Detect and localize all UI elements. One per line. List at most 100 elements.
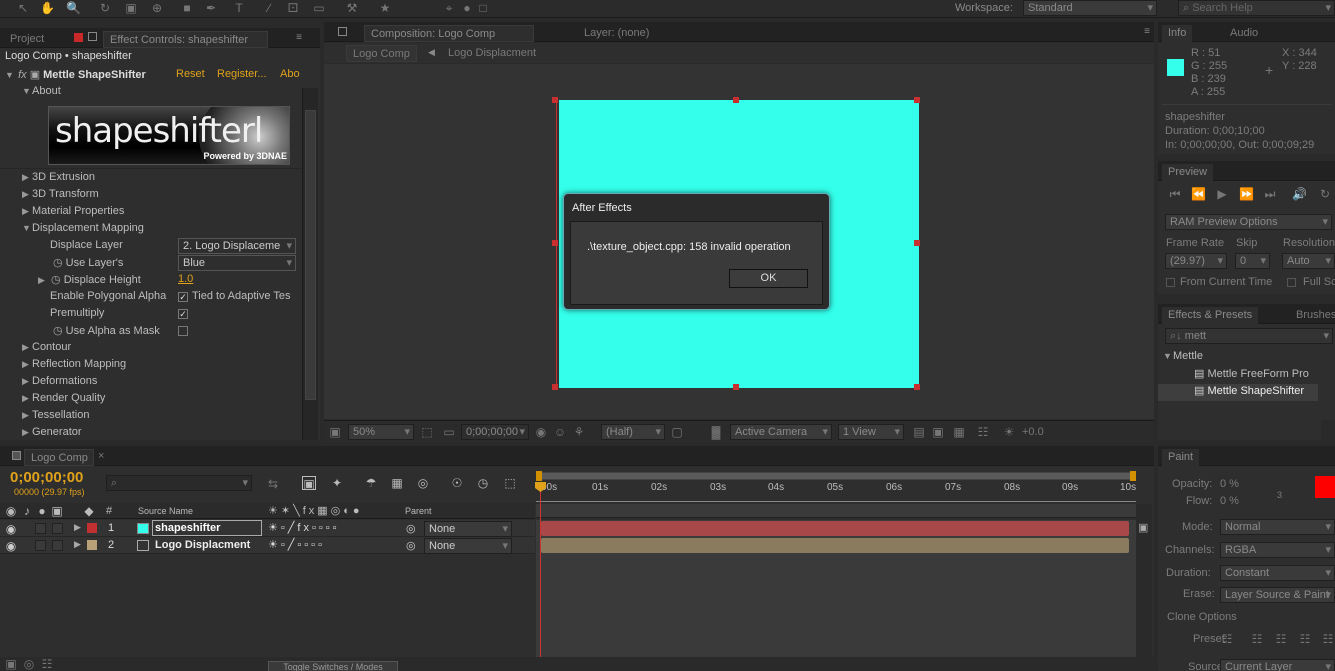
channel-icon[interactable]: ⚘ <box>572 425 586 439</box>
work-area-bar[interactable] <box>536 472 1136 480</box>
skip-dropdown[interactable]: 0 <box>1235 253 1270 269</box>
effects-search-input[interactable]: ⌕↓ mett <box>1165 328 1333 344</box>
rectangle-tool-icon[interactable]: ■ <box>180 1 194 15</box>
prev-frame-icon[interactable]: ⏪ <box>1191 187 1206 201</box>
audio-col-icon[interactable]: ♪ <box>20 504 34 518</box>
loop-icon[interactable]: ↻ <box>1318 187 1332 201</box>
tab-composition[interactable]: Composition: Logo Comp <box>364 25 534 42</box>
layer-bar-1[interactable] <box>541 521 1129 536</box>
audio-box[interactable] <box>35 523 46 534</box>
video-eye-icon[interactable]: ◉ <box>4 522 18 536</box>
lock-col-icon[interactable]: ▣ <box>50 504 64 518</box>
duration-dropdown[interactable]: Constant <box>1220 565 1335 581</box>
flow-value[interactable]: 0 % <box>1220 495 1239 507</box>
region-of-interest-icon[interactable]: ▢ <box>670 425 684 439</box>
safe-zones-icon[interactable]: ⬚ <box>420 425 434 439</box>
clone-preset-4-icon[interactable]: ☷ <box>1298 632 1312 646</box>
clone-preset-3-icon[interactable]: ☷ <box>1274 632 1288 646</box>
col-source-name[interactable]: Source Name <box>138 506 193 516</box>
camera-tool-icon[interactable]: ▣ <box>124 1 138 15</box>
resolution-dropdown[interactable]: Auto <box>1282 253 1335 269</box>
effect-item-shapeshifter[interactable]: ▤ Mettle ShapeShifter <box>1158 384 1318 401</box>
panel-menu-icon[interactable]: ≡ <box>1144 26 1150 37</box>
workspace-dropdown[interactable]: Standard <box>1023 0 1157 16</box>
flowchart-icon[interactable]: ☷ <box>976 425 990 439</box>
use-layers-dropdown[interactable]: Blue <box>178 255 296 271</box>
frame-blending-icon[interactable]: ▦ <box>390 476 404 490</box>
video-eye-icon[interactable]: ◉ <box>4 539 18 553</box>
audio-box[interactable] <box>35 540 46 551</box>
exposure-icon[interactable]: ☀ <box>1002 425 1016 439</box>
lock-icon[interactable] <box>88 32 97 41</box>
selection-tool-icon[interactable]: ↖ <box>16 1 30 15</box>
tab-close-icon[interactable]: × <box>98 450 104 462</box>
reset-link[interactable]: Reset <box>176 68 205 80</box>
rotation-tool-icon[interactable]: ↻ <box>98 1 112 15</box>
live-update-icon[interactable]: ▣ <box>302 476 316 491</box>
view-dropdown[interactable]: 1 View <box>838 424 904 440</box>
group-material-properties[interactable]: ▶ Material Properties <box>22 205 124 222</box>
graph-editor-icon[interactable]: ⬚ <box>503 476 517 490</box>
effects-scrollbar[interactable] <box>1321 420 1335 440</box>
ram-preview-dropdown[interactable]: RAM Preview Options <box>1165 214 1332 230</box>
view-axis-icon[interactable]: □ <box>476 1 490 15</box>
group-contour[interactable]: ▶ Contour <box>22 341 71 358</box>
parent-pickwhip-icon[interactable]: ◎ <box>406 522 416 535</box>
tab-layer[interactable]: Layer: (none) <box>578 25 655 42</box>
poly-alpha-checkbox[interactable]: ✓ <box>178 292 188 302</box>
comp-timecode[interactable]: 0;00;00;00 <box>461 424 529 440</box>
clone-preset-5-icon[interactable]: ☷ <box>1321 632 1335 646</box>
channels-dropdown[interactable]: RGBA <box>1220 542 1335 558</box>
from-current-checkbox[interactable] <box>1166 278 1175 287</box>
tab-effects-presets[interactable]: Effects & Presets <box>1162 307 1259 324</box>
dialog-ok-button[interactable]: OK <box>729 269 808 288</box>
handle-tr[interactable] <box>914 97 920 103</box>
timeline-timecode[interactable]: 0;00;00;00 <box>10 469 83 486</box>
full-screen-checkbox[interactable] <box>1287 278 1296 287</box>
clone-stamp-tool-icon[interactable]: ⚀ <box>286 1 300 15</box>
handle-tc[interactable] <box>733 97 739 103</box>
frame-rate-dropdown[interactable]: (29.97) <box>1165 253 1227 269</box>
fx-icon[interactable]: fx <box>18 69 27 81</box>
register-link[interactable]: Register... <box>217 68 267 80</box>
stopwatch-icon[interactable]: ◷ <box>53 257 66 269</box>
tab-brushes[interactable]: Brushes <box>1290 307 1335 324</box>
first-frame-icon[interactable]: ⏮ <box>1168 187 1182 201</box>
zoom-dropdown[interactable]: 50% <box>348 424 414 440</box>
tab-project[interactable]: Project <box>4 31 50 48</box>
expand-icon[interactable]: ▶ <box>38 275 48 286</box>
show-snapshot-icon[interactable]: ☺ <box>553 425 567 439</box>
draft-3d-icon[interactable]: ✦ <box>330 476 344 490</box>
tab-paint[interactable]: Paint <box>1162 449 1200 466</box>
group-displacement-mapping[interactable]: ▼Displacement Mapping <box>22 222 144 239</box>
search-help-input[interactable]: ⌕ Search Help <box>1178 0 1335 16</box>
eraser-tool-icon[interactable]: ▭ <box>312 1 326 15</box>
layer-row-2[interactable]: ◉ ▶ 2 Logo Displacment ☀▫╱▫▫▫▫ ◎ None <box>0 537 535 554</box>
collapse-icon[interactable]: ▼ <box>5 70 15 80</box>
folder-mettle[interactable]: ▼Mettle <box>1163 350 1203 367</box>
puppet-tool-icon[interactable]: ★ <box>378 1 392 15</box>
comp-mini-flowchart-icon[interactable]: ⇆ <box>266 477 280 491</box>
video-eye-icon[interactable]: ◉ <box>4 504 18 518</box>
scroll-thumb[interactable] <box>305 110 316 400</box>
alpha-mask-checkbox[interactable] <box>178 326 188 336</box>
solo-box[interactable] <box>52 523 63 534</box>
tab-info[interactable]: Info <box>1162 25 1193 42</box>
tab-effect-controls[interactable]: Effect Controls: shapeshifter <box>103 31 268 48</box>
comp-duration-bar[interactable] <box>536 504 1136 518</box>
group-3d-extrusion[interactable]: ▶ 3D Extrusion <box>22 171 95 188</box>
layer-label-swatch[interactable] <box>87 540 97 550</box>
parent-pickwhip-icon[interactable]: ◎ <box>406 539 416 552</box>
pen-tool-icon[interactable]: ✒ <box>204 1 218 15</box>
displace-height-value[interactable]: 1.0 <box>178 273 193 290</box>
hide-shy-icon[interactable]: ☂ <box>364 476 378 490</box>
footer-icon-1[interactable]: ▣ <box>4 657 18 671</box>
parent-dropdown[interactable]: None <box>424 538 512 554</box>
handle-bc[interactable] <box>733 384 739 390</box>
current-time-indicator[interactable] <box>540 482 541 657</box>
group-3d-transform[interactable]: ▶ 3D Transform <box>22 188 99 205</box>
layer-name[interactable]: shapeshifter <box>152 520 262 536</box>
roto-brush-tool-icon[interactable]: ⚒ <box>345 1 359 15</box>
layer-name[interactable]: Logo Displacment <box>155 539 250 551</box>
world-axis-icon[interactable]: ● <box>460 1 474 15</box>
